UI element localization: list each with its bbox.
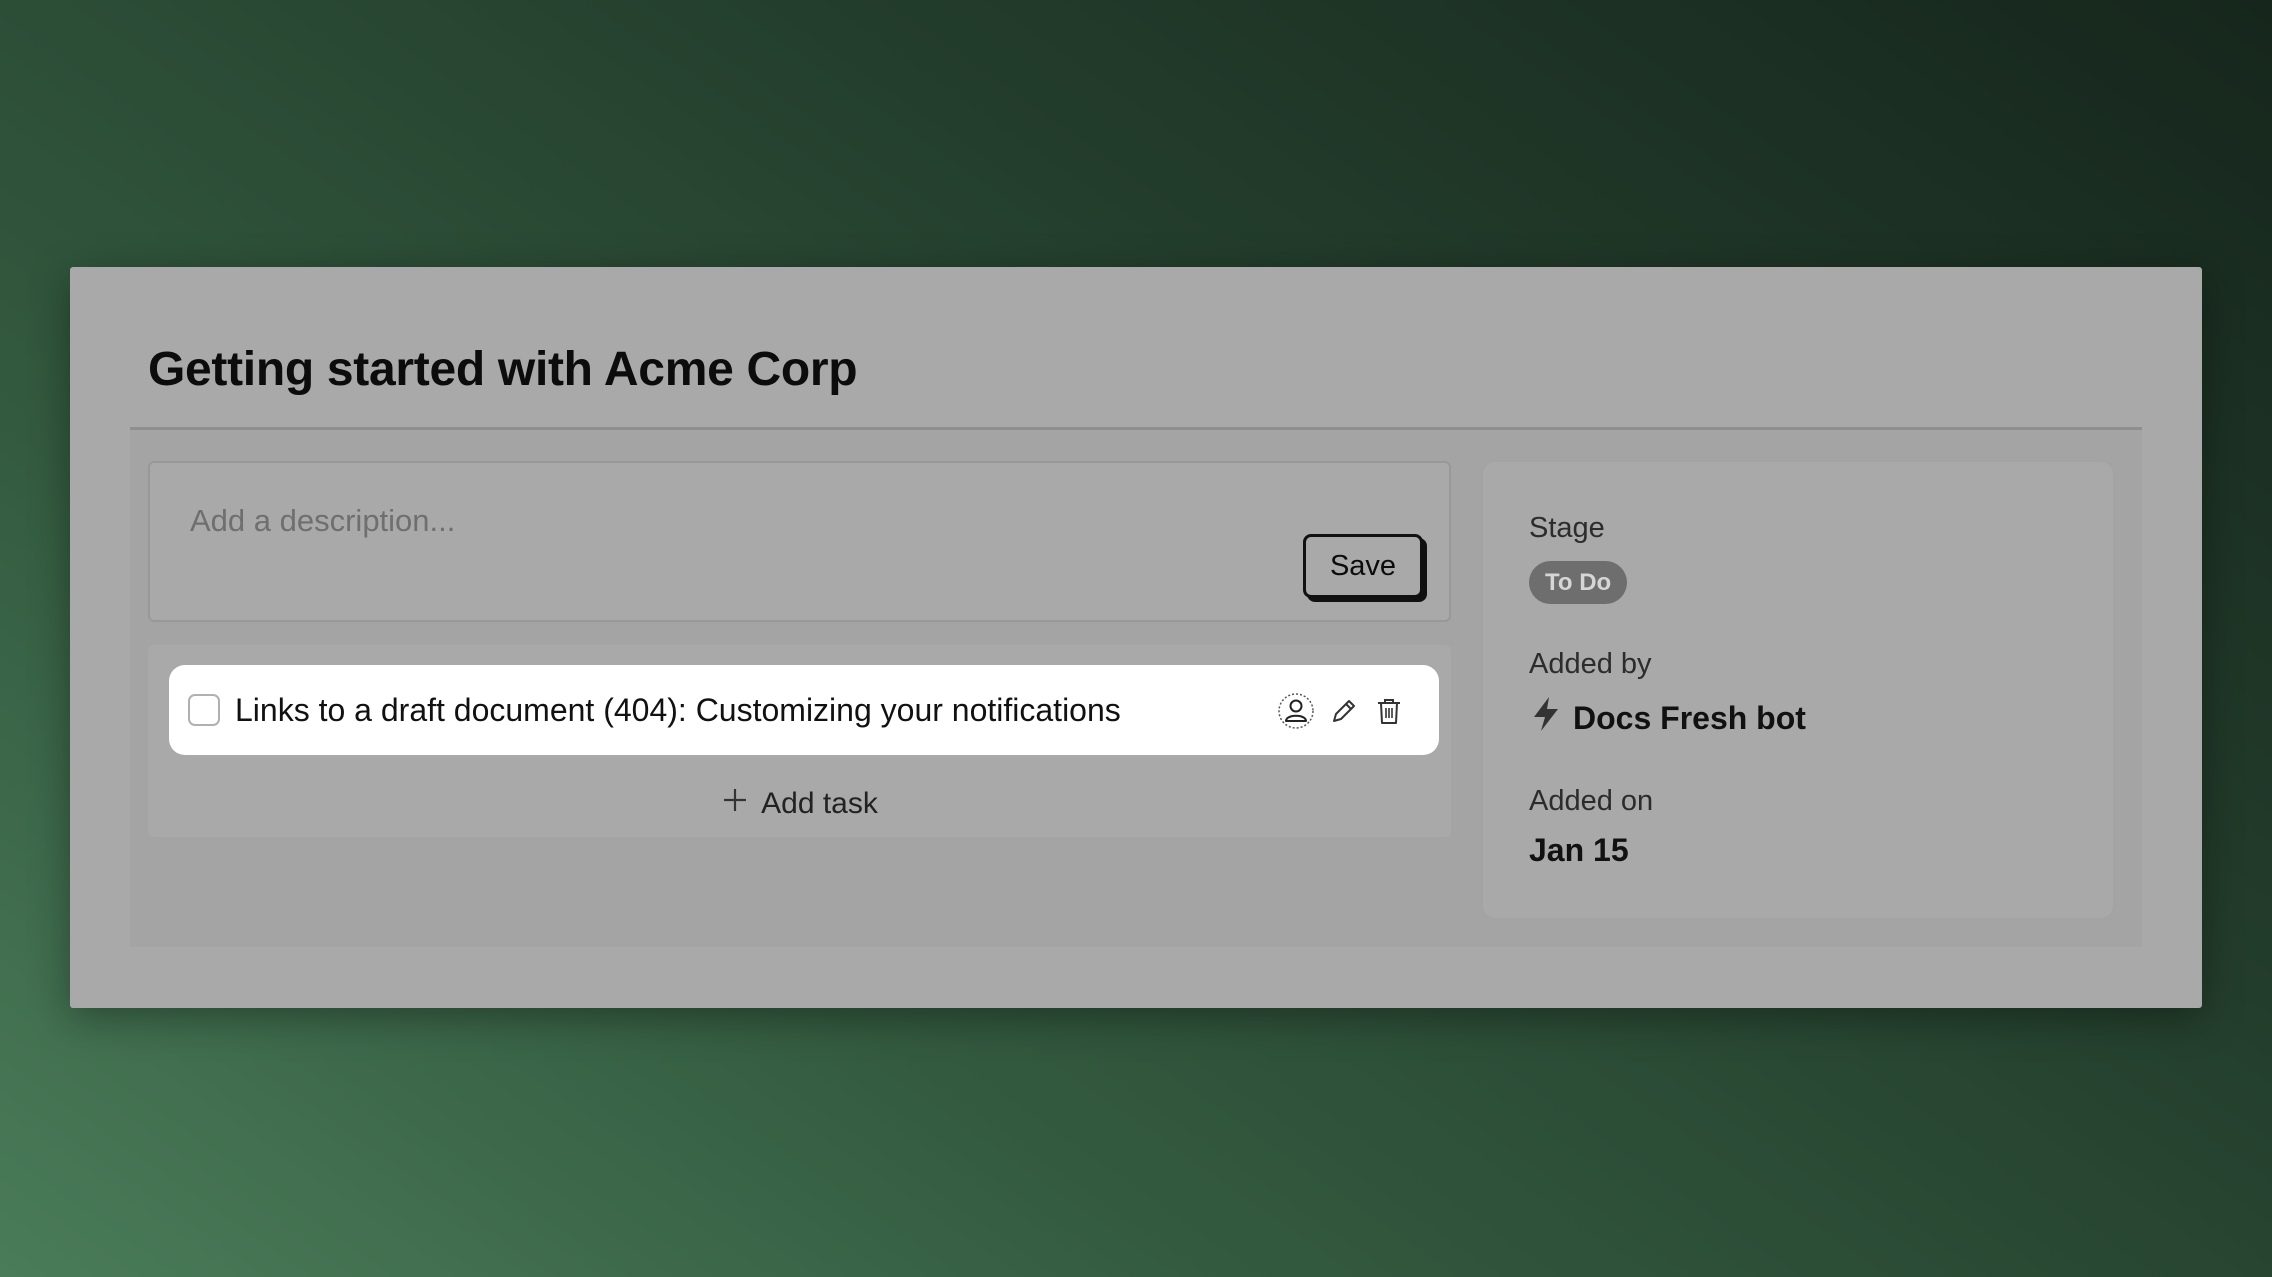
card-modal: Getting started with Acme Corp Save Link…	[70, 267, 2202, 1008]
task-checkbox[interactable]	[188, 694, 220, 726]
card-title: Getting started with Acme Corp	[148, 343, 858, 396]
card-body: Save Links to a draft document (404): Cu…	[130, 427, 2142, 947]
pencil-icon[interactable]	[1324, 691, 1364, 731]
save-button[interactable]: Save	[1303, 534, 1423, 598]
added-by-name: Docs Fresh bot	[1573, 699, 1806, 736]
added-by-label: Added by	[1529, 648, 1652, 680]
task-list: Links to a draft document (404): Customi…	[148, 645, 1451, 837]
add-task-label: Add task	[761, 787, 878, 820]
add-task-button[interactable]: Add task	[148, 771, 1451, 837]
stage-badge[interactable]: To Do	[1529, 561, 1628, 604]
plus-icon	[721, 786, 749, 822]
details-panel: Stage To Do Added by Docs Fresh bot Adde…	[1481, 460, 2115, 920]
lightning-bolt-icon	[1529, 695, 1563, 741]
added-on-label: Added on	[1529, 785, 1654, 817]
added-by-value: Docs Fresh bot	[1529, 695, 1806, 741]
user-assign-icon[interactable]	[1276, 691, 1316, 731]
stage-label: Stage	[1529, 512, 1605, 544]
trash-icon[interactable]	[1369, 691, 1409, 731]
added-on-value: Jan 15	[1529, 832, 1629, 868]
description-box: Save	[148, 461, 1451, 622]
task-item[interactable]: Links to a draft document (404): Customi…	[169, 665, 1439, 755]
task-text: Links to a draft document (404): Customi…	[235, 692, 1121, 728]
description-input[interactable]	[190, 501, 1290, 541]
